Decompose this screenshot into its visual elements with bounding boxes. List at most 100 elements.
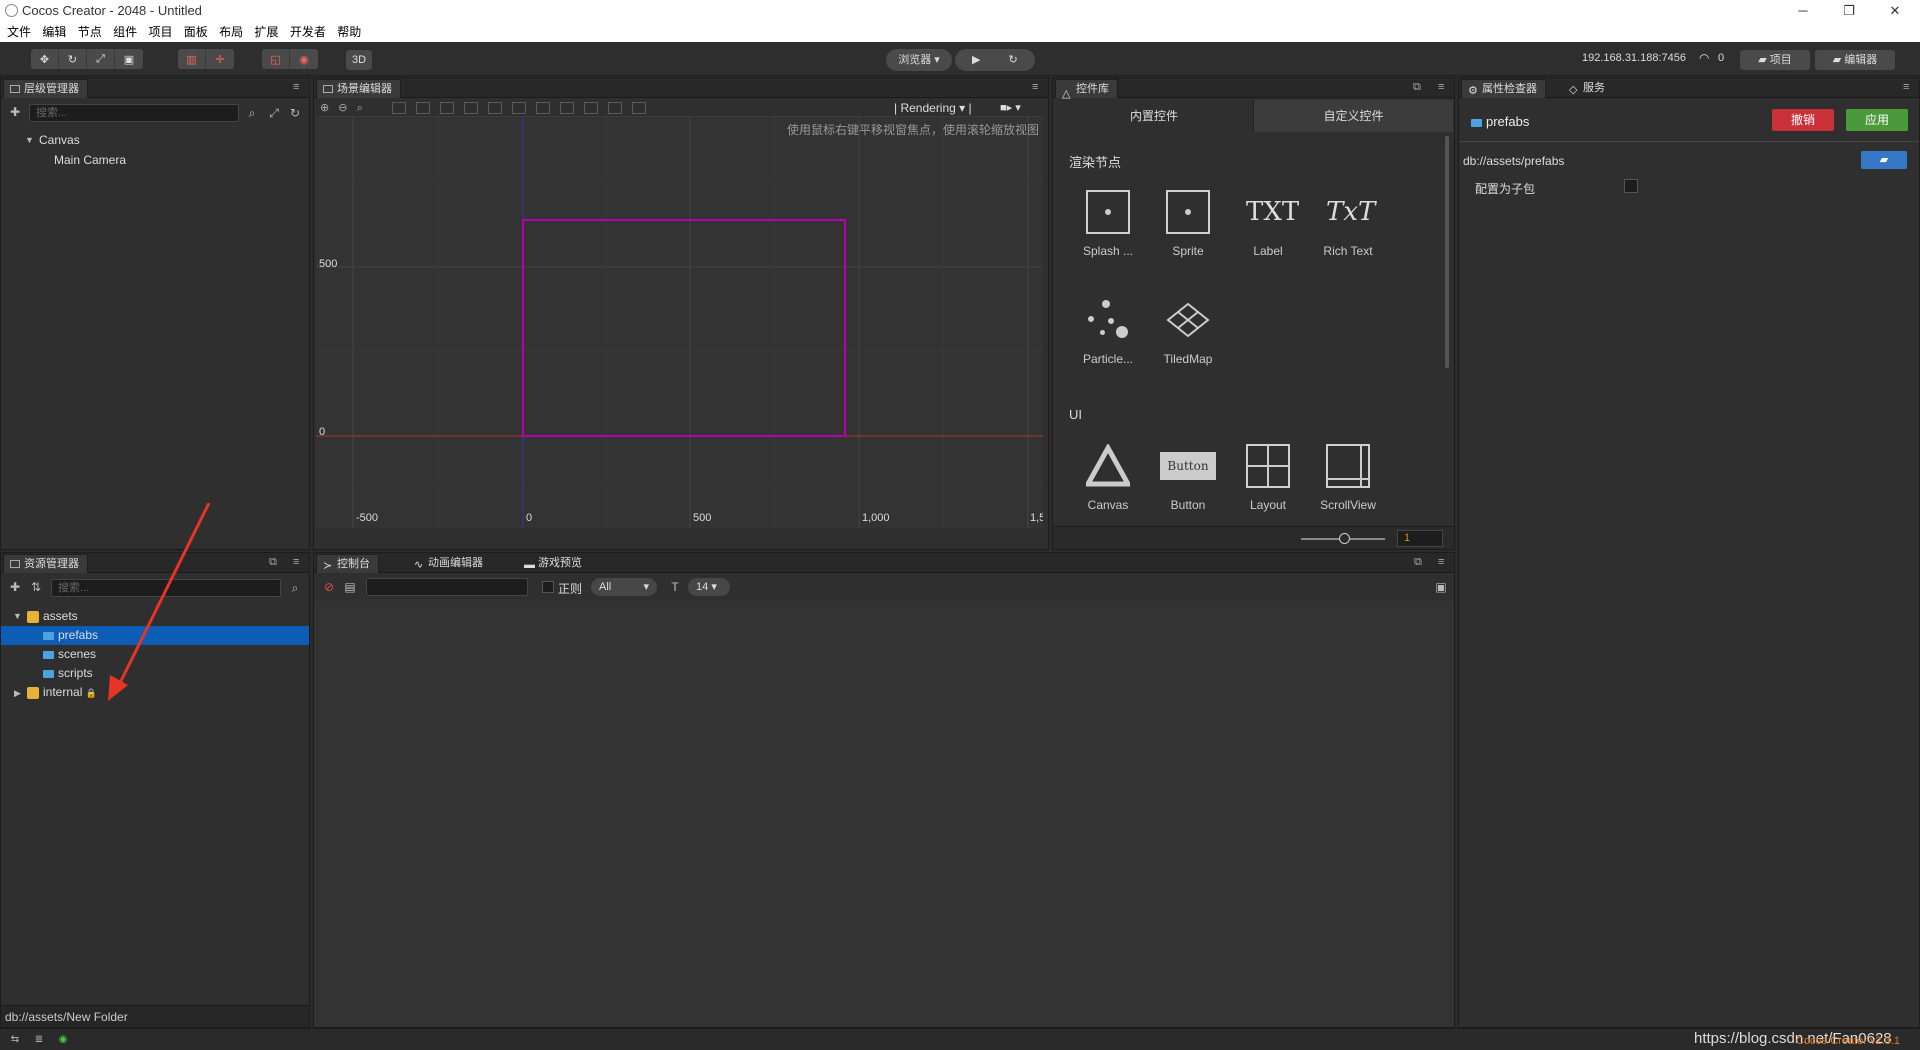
menu-node[interactable]: 节点 [74, 22, 106, 42]
asset-root[interactable]: assets [27, 607, 78, 625]
distribute-w-icon[interactable] [632, 102, 646, 114]
zoom-input[interactable]: 1 [1397, 530, 1443, 547]
add-asset-icon[interactable]: ✚ [8, 580, 22, 594]
search-icon[interactable]: ⌕ [288, 581, 302, 595]
asset-folder-scripts[interactable]: scripts [43, 664, 93, 682]
widget-label[interactable]: TXT Label [1228, 190, 1308, 258]
panel-menu-icon[interactable]: ≡ [1032, 82, 1042, 93]
canvas-frame[interactable] [522, 219, 846, 437]
tab-services[interactable]: ◇ 服务 [1563, 79, 1613, 98]
log-level-select[interactable]: All ▾ [591, 578, 657, 596]
menu-project[interactable]: 项目 [144, 22, 176, 42]
widgets-scrollbar[interactable] [1445, 136, 1449, 368]
distribute-y-icon[interactable] [608, 102, 622, 114]
expand-icon[interactable]: ⤢ [267, 106, 281, 120]
panel-menu-icon[interactable]: ≡ [293, 82, 303, 93]
tab-console[interactable]: ≻ 控制台 [316, 554, 379, 573]
font-size-select[interactable]: 14 ▾ [688, 578, 730, 596]
apply-button[interactable]: 应用 [1846, 109, 1908, 131]
tab-inspector[interactable]: ⚙ 属性检查器 [1461, 79, 1546, 98]
widget-sprite[interactable]: Sprite [1148, 190, 1228, 258]
open-editor-button[interactable]: ▰ 编辑器 [1815, 50, 1895, 70]
scale-tool-icon[interactable]: ⤢ [87, 49, 115, 69]
open-project-button[interactable]: ▰ 项目 [1740, 50, 1810, 70]
gizmo-icon[interactable]: ◉ [290, 49, 318, 69]
collapse-caret-icon[interactable]: ▶ [14, 688, 21, 699]
zoom-slider-handle[interactable] [1339, 533, 1350, 544]
node-canvas[interactable]: Canvas [39, 131, 80, 149]
menu-panel[interactable]: 面板 [180, 22, 212, 42]
tab-hierarchy[interactable]: 层级管理器 [3, 79, 88, 98]
tab-widgets[interactable]: △ 控件库 [1055, 79, 1118, 100]
tab-game-preview[interactable]: ▬ 游戏预览 [518, 554, 590, 573]
distribute-v-icon[interactable] [560, 102, 574, 114]
menu-help[interactable]: 帮助 [333, 22, 365, 42]
rect-tool-icon[interactable]: ▣ [115, 49, 143, 69]
database-status-icon[interactable]: ≣ [32, 1033, 46, 1047]
widget-splash[interactable]: Splash ... [1068, 190, 1148, 258]
add-node-icon[interactable]: ✚ [8, 105, 22, 119]
widget-richtext[interactable]: TxT Rich Text [1308, 190, 1388, 258]
align-bottom-icon[interactable] [512, 102, 526, 114]
camera-select-icon[interactable]: ■▸ ▾ [1000, 101, 1021, 114]
zoom-in-icon[interactable]: ⊕ [320, 102, 329, 114]
refresh-icon[interactable]: ↻ [1009, 54, 1018, 66]
node-main-camera[interactable]: Main Camera [54, 151, 126, 169]
clear-console-icon[interactable]: ⊘ [322, 580, 336, 594]
pivot-icon[interactable]: ▥ [178, 49, 206, 69]
rendering-select[interactable]: | Rendering ▾ | [894, 101, 972, 115]
tab-custom-widgets[interactable]: 自定义控件 [1253, 100, 1453, 132]
widget-particle[interactable]: Particle... [1068, 298, 1148, 366]
asset-folder-prefabs[interactable]: prefabs [43, 626, 98, 644]
collapse-icon[interactable]: ▣ [1434, 580, 1448, 594]
tab-builtin-widgets[interactable]: 内置控件 [1055, 100, 1253, 132]
scene-viewport[interactable]: 使用鼠标右键平移视窗焦点，使用滚轮缩放视图 500 0 -500 0 500 1… [316, 116, 1043, 528]
zoom-out-icon[interactable]: ⊖ [338, 102, 347, 114]
refresh-icon[interactable]: ↻ [288, 106, 302, 120]
menu-component[interactable]: 组件 [109, 22, 141, 42]
align-left-icon[interactable] [392, 102, 406, 114]
toggle-3d-button[interactable]: 3D [346, 50, 373, 70]
distribute-h-icon[interactable] [536, 102, 550, 114]
panel-menu-icon[interactable]: ≡ [1903, 82, 1913, 93]
panel-menu-icon[interactable]: ≡ [1438, 82, 1448, 93]
hierarchy-search-input[interactable]: 搜索... [29, 104, 239, 122]
tab-scene[interactable]: 场景编辑器 [316, 79, 401, 98]
local-icon[interactable]: ✛ [206, 49, 234, 69]
asset-folder-scenes[interactable]: scenes [43, 645, 96, 663]
popout-icon[interactable]: ⧉ [1414, 557, 1424, 568]
asset-internal[interactable]: internal 🔒 [27, 683, 97, 701]
tab-animation[interactable]: ∿ 动画编辑器 [408, 554, 491, 573]
panel-menu-icon[interactable]: ≡ [293, 557, 303, 568]
align-top-icon[interactable] [464, 102, 478, 114]
menu-developer[interactable]: 开发者 [286, 22, 330, 42]
distribute-x-icon[interactable] [584, 102, 598, 114]
menu-layout[interactable]: 布局 [215, 22, 247, 42]
snap-icon[interactable]: ◱ [262, 49, 290, 69]
search-icon[interactable]: ⌕ [245, 106, 259, 120]
align-middle-icon[interactable] [488, 102, 502, 114]
zoom-reset-icon[interactable]: ⌕ [357, 102, 363, 114]
popout-icon[interactable]: ⧉ [1413, 82, 1423, 93]
minimize-button[interactable]: ─ [1780, 0, 1826, 22]
restore-button[interactable]: ❐ [1826, 0, 1872, 22]
menu-edit[interactable]: 编辑 [38, 22, 70, 42]
console-filter-input[interactable] [366, 578, 528, 596]
widget-layout[interactable]: Layout [1228, 444, 1308, 512]
menu-file[interactable]: 文件 [3, 22, 35, 42]
menu-extension[interactable]: 扩展 [251, 22, 283, 42]
move-tool-icon[interactable]: ✥ [31, 49, 59, 69]
preview-platform-select[interactable]: 浏览器 ▾ [886, 49, 952, 71]
tab-assets[interactable]: 资源管理器 [3, 554, 88, 573]
open-log-icon[interactable]: ▤ [343, 580, 357, 594]
widget-canvas[interactable]: Canvas [1068, 442, 1148, 512]
subpackage-checkbox[interactable] [1624, 179, 1638, 193]
panel-menu-icon[interactable]: ≡ [1438, 557, 1448, 568]
close-button[interactable]: ✕ [1872, 0, 1918, 22]
play-icon[interactable]: ▶ [972, 54, 980, 66]
sync-icon[interactable]: ⇆ [8, 1033, 22, 1047]
revert-button[interactable]: 撤销 [1772, 109, 1834, 131]
widget-tiledmap[interactable]: TiledMap [1148, 298, 1228, 366]
eye-icon[interactable]: ◉ [56, 1033, 70, 1047]
align-right-icon[interactable] [440, 102, 454, 114]
